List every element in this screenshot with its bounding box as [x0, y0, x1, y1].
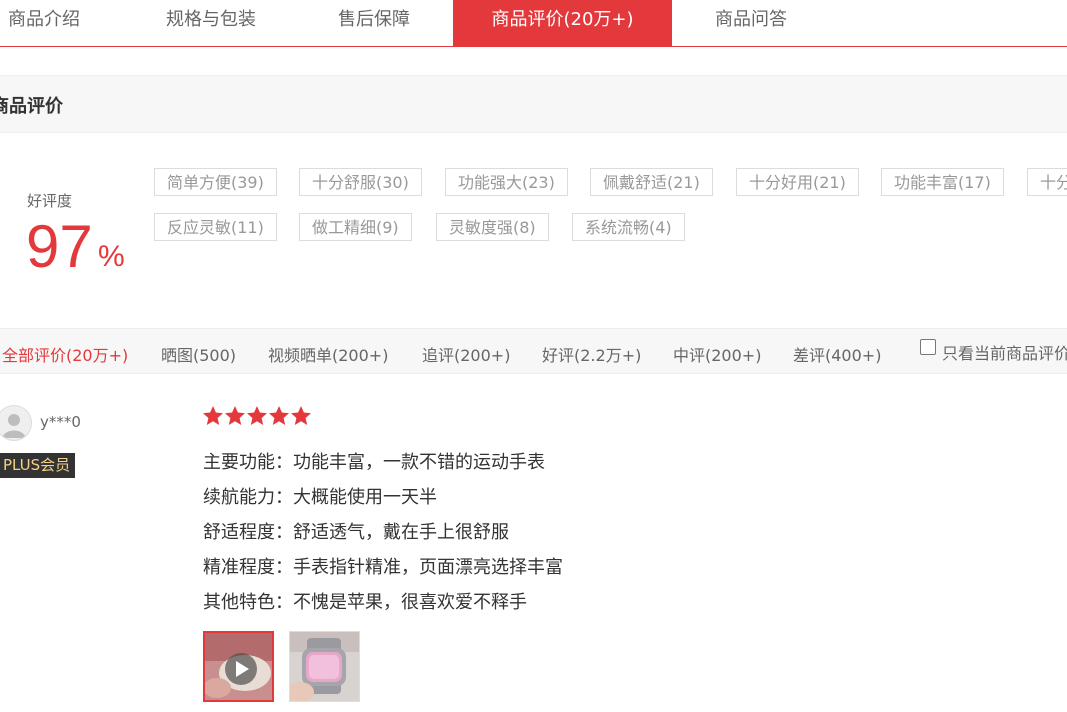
filter-videos[interactable]: 视频晒单(200+): [268, 342, 388, 366]
tag-item[interactable]: 做工精细(9): [299, 213, 412, 241]
tab-qa[interactable]: 商品问答: [686, 0, 816, 46]
reviewer-name: y***0: [40, 413, 81, 431]
star-icon: [269, 406, 289, 425]
filter-photos[interactable]: 晒图(500): [161, 342, 236, 366]
section-header: 商品评价: [0, 75, 1067, 133]
user-avatar-icon: [0, 406, 31, 440]
review-line: 续航能力：大概能使用一天半: [203, 487, 437, 508]
video-thumbnail-image: [205, 633, 272, 700]
tag-item[interactable]: 灵敏度强(8): [436, 213, 549, 241]
star-icon: [291, 406, 311, 425]
tag-item[interactable]: 十分舒服(30): [299, 168, 422, 196]
only-current-checkbox[interactable]: [920, 339, 936, 355]
star-icon: [247, 406, 267, 425]
avatar[interactable]: [0, 405, 32, 441]
only-current-label: 只看当前商品评价: [942, 344, 1067, 363]
filter-neutral[interactable]: 中评(200+): [673, 342, 761, 366]
tag-item[interactable]: 十分: [1027, 168, 1067, 196]
section-title: 商品评价: [0, 96, 63, 117]
tag-item[interactable]: 佩戴舒适(21): [590, 168, 713, 196]
tab-product-intro[interactable]: 商品介绍: [0, 0, 96, 46]
rating-value: 97: [26, 213, 93, 280]
rating-unit: %: [98, 240, 125, 273]
filter-negative[interactable]: 差评(400+): [793, 342, 881, 366]
plus-member-badge: PLUS会员: [0, 453, 76, 478]
tag-item[interactable]: 简单方便(39): [154, 168, 277, 196]
review-video-thumbnail[interactable]: [203, 631, 274, 702]
tab-specs[interactable]: 规格与包装: [146, 0, 276, 46]
tag-item[interactable]: 系统流畅(4): [572, 213, 685, 241]
review-line: 其他特色：不愧是苹果，很喜欢爱不释手: [203, 592, 527, 613]
rating-stars: [203, 406, 311, 425]
review-line: 舒适程度：舒适透气，戴在手上很舒服: [203, 522, 509, 543]
review-line: 精准程度：手表指针精准，页面漂亮选择丰富: [203, 557, 563, 578]
tab-after-sales[interactable]: 售后保障: [306, 0, 442, 46]
filter-followup[interactable]: 追评(200+): [422, 342, 510, 366]
product-tabs: 商品介绍 规格与包装 售后保障 商品评价(20万+) 商品问答: [0, 0, 1067, 47]
filter-positive[interactable]: 好评(2.2万+): [542, 342, 641, 366]
tag-item[interactable]: 功能强大(23): [445, 168, 568, 196]
tag-item[interactable]: 十分好用(21): [736, 168, 859, 196]
review-photo-thumbnail[interactable]: [289, 631, 360, 702]
review-line: 主要功能：功能丰富，一款不错的运动手表: [203, 452, 545, 473]
star-icon: [225, 406, 245, 425]
tag-item[interactable]: 功能丰富(17): [881, 168, 1004, 196]
watch-photo-image: [290, 632, 359, 701]
rating-label: 好评度: [27, 192, 73, 210]
filter-all[interactable]: 全部评价(20万+): [2, 342, 128, 366]
star-icon: [203, 406, 223, 425]
tag-item[interactable]: 反应灵敏(11): [154, 213, 277, 241]
tab-reviews[interactable]: 商品评价(20万+): [453, 0, 672, 46]
